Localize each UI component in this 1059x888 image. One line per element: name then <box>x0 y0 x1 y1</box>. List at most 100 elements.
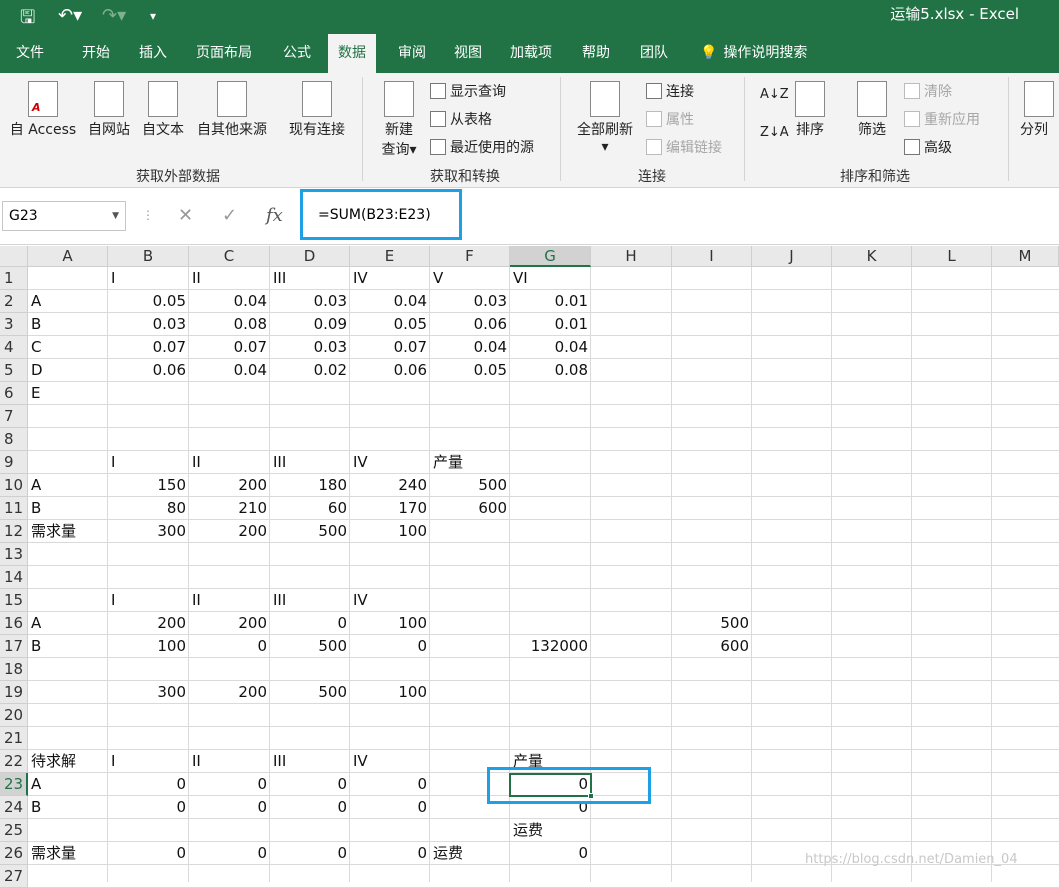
row-header-17[interactable]: 17 <box>0 635 28 658</box>
cell-e16[interactable]: 100 <box>350 612 430 635</box>
cell-b9[interactable]: I <box>108 451 189 474</box>
cell-b17[interactable]: 100 <box>108 635 189 658</box>
refresh-all-button[interactable]: 全部刷新 ▾ <box>572 81 638 155</box>
cell-f2[interactable]: 0.03 <box>430 290 510 313</box>
cell-d11[interactable]: 60 <box>270 497 350 520</box>
cell-e12[interactable]: 100 <box>350 520 430 543</box>
row-header-24[interactable]: 24 <box>0 796 28 819</box>
row-header-18[interactable]: 18 <box>0 658 28 681</box>
column-header-g[interactable]: G <box>510 246 591 267</box>
cell-f4[interactable]: 0.04 <box>430 336 510 359</box>
tab-review[interactable]: 审阅 <box>388 34 436 73</box>
cell-d26[interactable]: 0 <box>270 842 350 865</box>
cell-d3[interactable]: 0.09 <box>270 313 350 336</box>
edit-links-button[interactable]: 编辑链接 <box>646 137 722 157</box>
cell-e2[interactable]: 0.04 <box>350 290 430 313</box>
cell-c1[interactable]: II <box>189 267 270 290</box>
cell-a16[interactable]: A <box>28 612 108 635</box>
cell-b10[interactable]: 150 <box>108 474 189 497</box>
cell-c2[interactable]: 0.04 <box>189 290 270 313</box>
row-header-11[interactable]: 11 <box>0 497 28 520</box>
cell-f3[interactable]: 0.06 <box>430 313 510 336</box>
cell-e5[interactable]: 0.06 <box>350 359 430 382</box>
cell-i17[interactable]: 600 <box>672 635 752 658</box>
cell-d23[interactable]: 0 <box>270 773 350 796</box>
row-header-6[interactable]: 6 <box>0 382 28 405</box>
cell-e3[interactable]: 0.05 <box>350 313 430 336</box>
tab-view[interactable]: 视图 <box>444 34 492 73</box>
column-header-b[interactable]: B <box>108 246 189 267</box>
column-header-l[interactable]: L <box>912 246 992 267</box>
row-header-21[interactable]: 21 <box>0 727 28 750</box>
row-header-14[interactable]: 14 <box>0 566 28 589</box>
tab-file[interactable]: 文件 <box>6 34 54 73</box>
filter-button[interactable]: 筛选 <box>852 81 892 139</box>
cell-b5[interactable]: 0.06 <box>108 359 189 382</box>
cell-e1[interactable]: IV <box>350 267 430 290</box>
cell-d22[interactable]: III <box>270 750 350 773</box>
cell-d4[interactable]: 0.03 <box>270 336 350 359</box>
row-header-15[interactable]: 15 <box>0 589 28 612</box>
cell-c10[interactable]: 200 <box>189 474 270 497</box>
from-access-button[interactable]: A自 Access <box>8 81 78 139</box>
row-header-8[interactable]: 8 <box>0 428 28 451</box>
cell-b3[interactable]: 0.03 <box>108 313 189 336</box>
cell-a6[interactable]: E <box>28 382 108 405</box>
tab-page-layout[interactable]: 页面布局 <box>186 34 262 73</box>
cell-b15[interactable]: I <box>108 589 189 612</box>
row-header-3[interactable]: 3 <box>0 313 28 336</box>
cell-a10[interactable]: A <box>28 474 108 497</box>
advanced-button[interactable]: 高级 <box>904 137 952 157</box>
cell-a24[interactable]: B <box>28 796 108 819</box>
sort-ascending-icon[interactable]: A↓Z <box>760 87 789 102</box>
cell-d19[interactable]: 500 <box>270 681 350 704</box>
column-header-m[interactable]: M <box>992 246 1059 267</box>
cell-d1[interactable]: III <box>270 267 350 290</box>
cell-f9[interactable]: 产量 <box>430 451 510 474</box>
tab-team[interactable]: 团队 <box>630 34 678 73</box>
cell-g4[interactable]: 0.04 <box>510 336 591 359</box>
text-to-columns-button[interactable]: 分列 <box>1020 81 1059 139</box>
row-header-19[interactable]: 19 <box>0 681 28 704</box>
new-query-button[interactable]: 新建 查询▾ <box>376 81 422 159</box>
show-query-button[interactable]: 显示查询 <box>430 81 506 101</box>
row-header-25[interactable]: 25 <box>0 819 28 842</box>
column-header-f[interactable]: F <box>430 246 510 267</box>
properties-button[interactable]: 属性 <box>646 109 694 129</box>
row-header-7[interactable]: 7 <box>0 405 28 428</box>
cell-c4[interactable]: 0.07 <box>189 336 270 359</box>
recent-sources-button[interactable]: 最近使用的源 <box>430 137 534 157</box>
cell-a17[interactable]: B <box>28 635 108 658</box>
cell-c12[interactable]: 200 <box>189 520 270 543</box>
cell-e23[interactable]: 0 <box>350 773 430 796</box>
tab-formulas[interactable]: 公式 <box>273 34 321 73</box>
cell-g26[interactable]: 0 <box>510 842 591 865</box>
cell-b16[interactable]: 200 <box>108 612 189 635</box>
customize-icon[interactable]: ▾ <box>150 9 156 23</box>
row-header-27[interactable]: 27 <box>0 865 28 888</box>
formula-input[interactable]: =SUM(B23:E23) <box>300 189 462 240</box>
column-header-j[interactable]: J <box>752 246 832 267</box>
tab-add-ins[interactable]: 加载项 <box>500 34 562 73</box>
row-header-1[interactable]: 1 <box>0 267 28 290</box>
cell-c16[interactable]: 200 <box>189 612 270 635</box>
insert-function-icon[interactable]: fx <box>266 205 283 226</box>
row-header-22[interactable]: 22 <box>0 750 28 773</box>
cell-b4[interactable]: 0.07 <box>108 336 189 359</box>
cell-e11[interactable]: 170 <box>350 497 430 520</box>
sort-button[interactable]: 排序 <box>790 81 830 139</box>
cell-e19[interactable]: 100 <box>350 681 430 704</box>
cell-g2[interactable]: 0.01 <box>510 290 591 313</box>
column-header-i[interactable]: I <box>672 246 752 267</box>
cell-c22[interactable]: II <box>189 750 270 773</box>
cell-g5[interactable]: 0.08 <box>510 359 591 382</box>
cell-d17[interactable]: 500 <box>270 635 350 658</box>
cell-f26[interactable]: 运费 <box>430 842 510 865</box>
cancel-icon[interactable]: ✕ <box>178 205 193 226</box>
cell-e4[interactable]: 0.07 <box>350 336 430 359</box>
cell-a11[interactable]: B <box>28 497 108 520</box>
tab-insert[interactable]: 插入 <box>129 34 177 73</box>
cell-c9[interactable]: II <box>189 451 270 474</box>
cell-c24[interactable]: 0 <box>189 796 270 819</box>
cell-a23[interactable]: A <box>28 773 108 796</box>
